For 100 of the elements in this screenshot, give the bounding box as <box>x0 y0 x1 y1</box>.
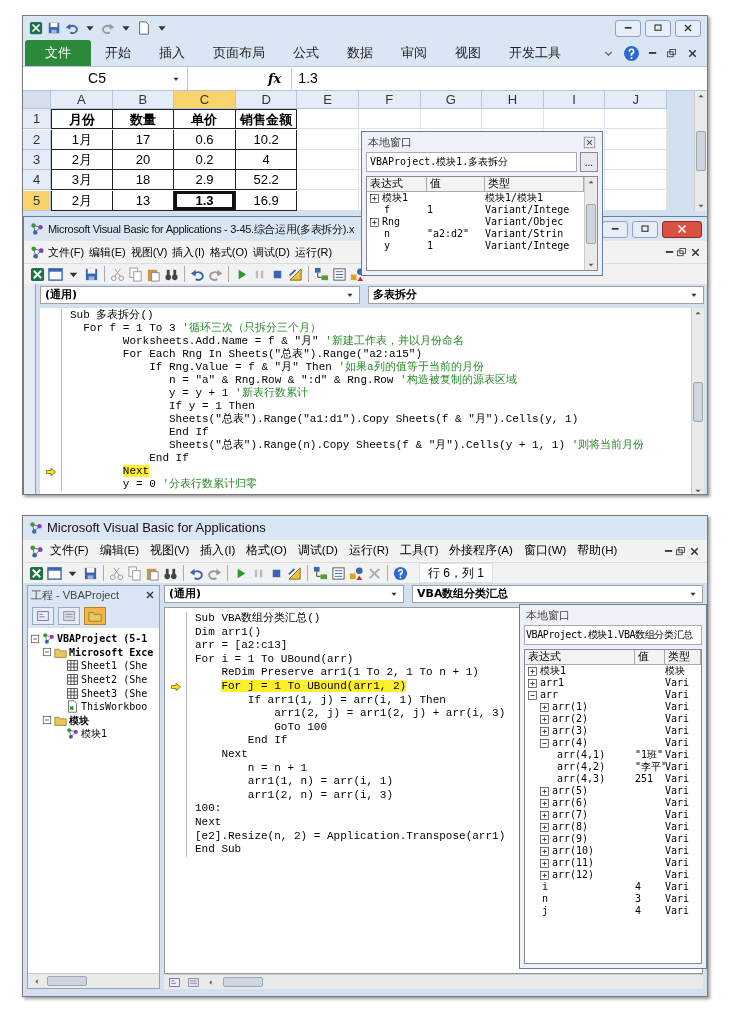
column-header[interactable]: E <box>297 91 359 109</box>
table-cell[interactable]: 17 <box>112 129 175 150</box>
column-header[interactable]: F <box>358 91 421 109</box>
empty-cell[interactable] <box>605 109 667 130</box>
menu-item[interactable]: 运行(R) <box>292 242 335 262</box>
restore-icon[interactable] <box>665 46 678 60</box>
tree-icon[interactable] <box>313 565 328 581</box>
expand-icon[interactable] <box>539 797 550 809</box>
column-header[interactable]: 表达式 <box>525 650 635 664</box>
menu-item[interactable]: 插入(I) <box>170 242 207 262</box>
empty-cell[interactable] <box>605 190 667 211</box>
row-header[interactable]: 2 <box>23 129 51 150</box>
expand-icon[interactable] <box>539 725 550 737</box>
table-cell[interactable]: 20 <box>112 150 175 170</box>
scroll-left-arrow-icon[interactable] <box>32 976 41 986</box>
tree-item[interactable]: 模块 <box>69 712 89 728</box>
column-header[interactable]: 值 <box>635 650 665 664</box>
window-icon[interactable] <box>48 266 63 282</box>
save-icon[interactable] <box>83 565 98 581</box>
ribbon-tab[interactable]: 审阅 <box>387 40 441 66</box>
empty-cell[interactable] <box>543 109 606 130</box>
name-box[interactable]: C5 <box>23 67 188 90</box>
column-header[interactable]: I <box>543 91 606 109</box>
menu-item[interactable]: 窗口(W) <box>518 541 572 561</box>
menu-item[interactable]: 工具(T) <box>394 541 444 561</box>
expand-icon[interactable] <box>527 677 538 689</box>
empty-cell[interactable] <box>297 150 359 170</box>
empty-cell[interactable] <box>297 170 359 191</box>
scroll-thumb[interactable] <box>586 203 596 244</box>
table-cell[interactable]: 数量 <box>112 109 175 130</box>
close-icon[interactable] <box>144 589 156 601</box>
ribbon-tab[interactable]: 开发工具 <box>495 40 575 66</box>
close-icon[interactable] <box>583 135 596 149</box>
properties-icon[interactable] <box>332 266 347 282</box>
menu-item[interactable]: 编辑(E) <box>94 541 145 561</box>
menu-item[interactable]: 调试(D) <box>292 541 343 561</box>
view-button[interactable] <box>32 607 54 625</box>
table-cell[interactable]: 2月 <box>51 150 113 170</box>
column-header[interactable]: 表达式 <box>367 177 427 191</box>
vertical-scrollbar[interactable] <box>691 308 704 494</box>
expand-icon[interactable] <box>539 821 550 833</box>
table-cell[interactable]: 月份 <box>51 109 113 130</box>
tree-item[interactable]: Sheet2 (She <box>81 672 148 688</box>
menu-item[interactable]: 插入(I) <box>195 541 241 561</box>
empty-cell[interactable] <box>297 129 359 150</box>
expand-icon[interactable] <box>539 833 550 845</box>
ribbon-tab[interactable]: 文件 <box>25 40 91 66</box>
dropdown-field[interactable]: (通用) <box>164 585 404 603</box>
module-view-icon[interactable] <box>187 975 200 989</box>
ribbon-tab[interactable]: 插入 <box>145 40 199 66</box>
menu-item[interactable]: 调试(D) <box>250 242 292 262</box>
tree-item[interactable]: ThisWorkboo <box>81 699 148 715</box>
expand-icon[interactable] <box>539 701 550 713</box>
column-header[interactable]: A <box>51 91 113 109</box>
scroll-thumb[interactable] <box>696 131 706 171</box>
minimize-icon[interactable] <box>664 250 674 254</box>
table-cell[interactable]: 16.9 <box>235 190 298 211</box>
copy-icon[interactable] <box>128 266 143 282</box>
excel-icon[interactable] <box>30 266 45 282</box>
table-cell[interactable]: 0.6 <box>174 129 236 150</box>
empty-cell[interactable] <box>297 190 359 211</box>
restore-icon[interactable] <box>675 245 688 259</box>
restore-icon[interactable] <box>674 544 687 558</box>
menu-item[interactable]: 格式(O) <box>241 541 292 561</box>
expand-icon[interactable] <box>539 785 550 797</box>
collapse-icon[interactable] <box>42 715 52 726</box>
column-header[interactable]: B <box>112 91 175 109</box>
browse-button[interactable]: ... <box>579 152 598 172</box>
empty-cell[interactable] <box>420 109 483 130</box>
menu-item[interactable]: 文件(F) <box>45 541 94 561</box>
column-header[interactable]: D <box>235 91 298 109</box>
menu-item[interactable]: 运行(R) <box>343 541 394 561</box>
column-header[interactable]: H <box>482 91 544 109</box>
close-button[interactable] <box>662 220 702 238</box>
table-cell[interactable]: 10.2 <box>235 129 298 150</box>
minimize-button[interactable] <box>615 19 641 37</box>
column-header[interactable]: J <box>605 91 667 109</box>
column-header[interactable]: 值 <box>427 177 485 191</box>
excel-icon[interactable] <box>29 565 44 581</box>
empty-cell[interactable] <box>482 109 544 130</box>
horizontal-scrollbar[interactable] <box>28 973 159 988</box>
expand-icon[interactable] <box>539 845 550 857</box>
dropdown-field[interactable]: (通用) <box>40 286 360 304</box>
empty-cell[interactable] <box>605 129 667 150</box>
close-button[interactable] <box>675 19 701 37</box>
scroll-thumb[interactable] <box>693 382 703 422</box>
tree-item[interactable]: 模块1 <box>81 726 108 742</box>
scroll-left-arrow-icon[interactable] <box>206 977 215 987</box>
vertical-scrollbar[interactable] <box>584 177 597 270</box>
expand-icon[interactable] <box>369 192 380 204</box>
minimize-icon[interactable] <box>663 549 673 553</box>
ruler-icon[interactable] <box>287 565 302 581</box>
table-cell[interactable]: 2.9 <box>174 170 236 191</box>
formula-field[interactable]: 1.3 <box>291 68 707 89</box>
copy-icon[interactable] <box>127 565 142 581</box>
expand-icon[interactable] <box>539 869 550 881</box>
properties-icon[interactable] <box>331 565 346 581</box>
table-cell[interactable]: 1月 <box>51 129 113 150</box>
minimize-icon[interactable] <box>647 51 657 55</box>
ribbon-tab[interactable]: 页面布局 <box>199 40 279 66</box>
